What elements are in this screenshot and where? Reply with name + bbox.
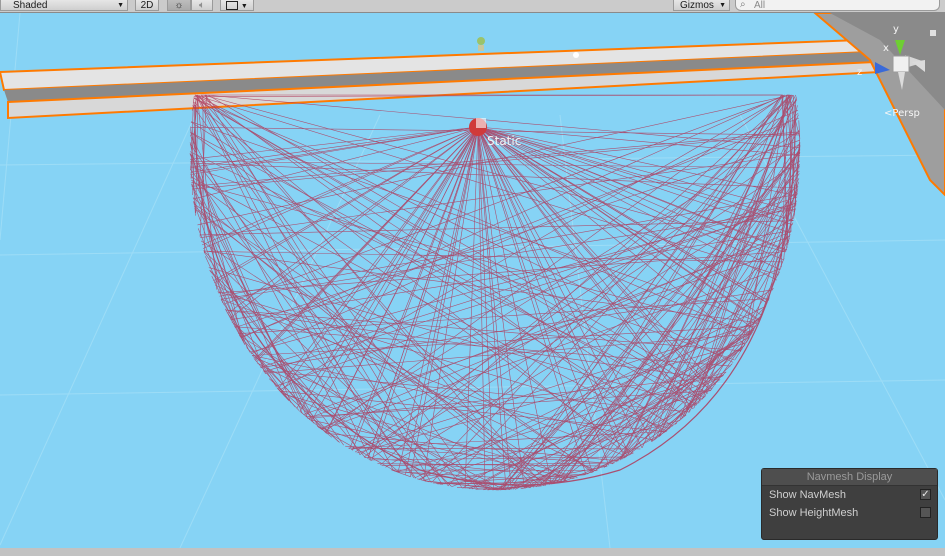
shading-mode-label: Shaded (13, 0, 48, 11)
dropdown-arrow-icon: ▼ (117, 2, 124, 9)
dropdown-arrow-icon: ▼ (240, 3, 248, 10)
2d-mode-button[interactable]: 2D (135, 0, 159, 11)
scene-bottom-border (0, 548, 945, 556)
gizmos-dropdown[interactable]: Gizmos ▼ (673, 0, 730, 11)
option-label: Show NavMesh (769, 489, 847, 501)
speaker-icon: 🔈︎ (199, 0, 205, 11)
scene-toolbar: Shaded ▼ 2D ☼ 🔈︎ ▼ Gizmos ▼ ⌕ All (0, 0, 945, 13)
camera-gizmo-icon (573, 52, 579, 58)
search-placeholder: All (754, 0, 766, 11)
sun-icon: ☼ (174, 0, 184, 11)
gizmo-axis-x: x (883, 43, 889, 54)
navmesh-display-panel: Navmesh Display Show NavMesh ✓ Show Heig… (761, 468, 938, 540)
show-heightmesh-option[interactable]: Show HeightMesh (762, 504, 937, 522)
show-heightmesh-checkbox[interactable] (920, 507, 931, 518)
shading-mode-dropdown[interactable]: Shaded ▼ (0, 0, 128, 11)
gizmo-axis-y: y (893, 24, 899, 35)
show-navmesh-checkbox[interactable]: ✓ (920, 489, 931, 500)
lighting-toggle-button[interactable]: ☼ (167, 0, 191, 11)
lock-icon (930, 30, 936, 36)
search-icon: ⌕ (740, 0, 746, 10)
option-label: Show HeightMesh (769, 507, 859, 519)
object-label: Static (487, 134, 522, 148)
scene-search-input[interactable]: ⌕ All (735, 0, 940, 11)
audio-toggle-button[interactable]: 🔈︎ (191, 0, 213, 11)
navmesh-wireframe (189, 94, 801, 491)
projection-label[interactable]: <Persp (884, 108, 920, 119)
show-navmesh-option[interactable]: Show NavMesh ✓ (762, 486, 937, 504)
dropdown-arrow-icon: ▼ (719, 2, 726, 9)
gizmos-label: Gizmos (680, 0, 714, 11)
panel-title: Navmesh Display (762, 469, 937, 486)
gizmo-axis-z: z (857, 67, 862, 78)
light-gizmo-icon (477, 37, 485, 51)
effects-dropdown[interactable]: ▼ (220, 0, 254, 11)
image-icon (226, 0, 239, 10)
